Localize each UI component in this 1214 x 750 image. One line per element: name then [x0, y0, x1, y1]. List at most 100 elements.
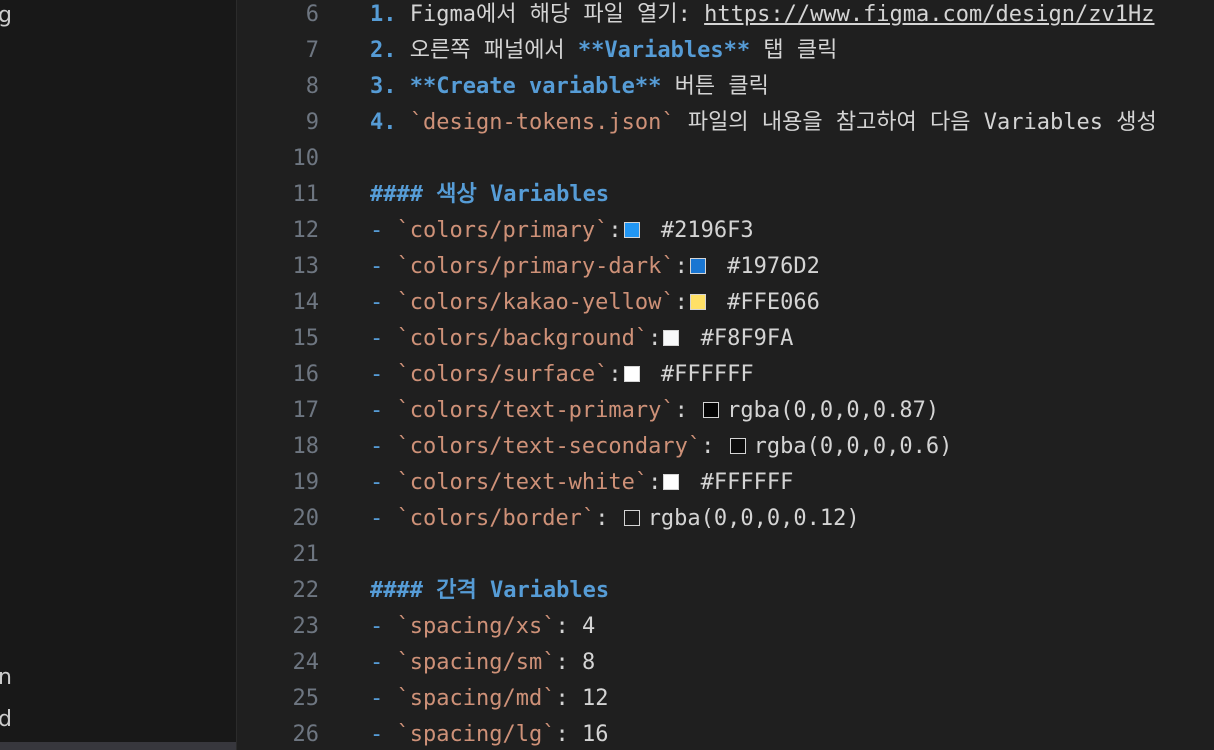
- figma-link[interactable]: https://www.figma.com/design/zv1Hz: [704, 2, 1154, 27]
- line-number: 21: [292, 542, 320, 567]
- color-swatch[interactable]: [689, 258, 706, 274]
- line-content: - `colors/primary`: #2196F3: [370, 213, 754, 249]
- code-line[interactable]: 16 - `colors/surface`: #FFFFFF: [237, 357, 1214, 393]
- plain-text: 탭 클릭: [750, 38, 838, 63]
- code-line[interactable]: 10: [237, 141, 1214, 177]
- code-line[interactable]: 13 - `colors/primary-dark`: #1976D2: [237, 249, 1214, 285]
- markdown-heading: #### 간격 Variables: [370, 578, 610, 603]
- line-content: - `spacing/xs`: 4: [370, 609, 595, 645]
- line-number: 26: [292, 722, 320, 747]
- plain-text: 버튼 클릭: [661, 74, 769, 99]
- line-content: - `spacing/lg`: 16: [370, 717, 608, 750]
- code-line[interactable]: 22 #### 간격 Variables: [237, 573, 1214, 609]
- inline-code: `colors/border`: [396, 506, 596, 531]
- list-number: 3.: [370, 74, 397, 99]
- code-line[interactable]: 12 - `colors/primary`: #2196F3: [237, 213, 1214, 249]
- line-content: - `colors/background`: #F8F9FA: [370, 321, 793, 357]
- line-number: 18: [292, 434, 320, 459]
- colon: :: [674, 254, 688, 279]
- line-content: - `spacing/sm`: 8: [370, 645, 595, 681]
- text-space: [397, 38, 410, 63]
- colon: :: [648, 470, 662, 495]
- line-number: 23: [292, 614, 320, 639]
- inline-code: `colors/text-white`: [396, 470, 649, 495]
- code-line[interactable]: 24 - `spacing/sm`: 8: [237, 645, 1214, 681]
- line-number: 14: [292, 290, 320, 315]
- token-value: rgba(0,0,0,0.6): [753, 434, 953, 459]
- list-bullet: -: [370, 434, 397, 459]
- sidebar-item-label[interactable]: g: [0, 2, 12, 30]
- color-swatch[interactable]: [623, 510, 640, 526]
- token-value: #FFFFFF: [647, 362, 754, 387]
- inline-code: `colors/background`: [396, 326, 649, 351]
- inline-code: `spacing/sm`: [396, 650, 556, 675]
- line-content: - `colors/text-white`: #FFFFFF: [370, 465, 793, 501]
- color-swatch[interactable]: [663, 330, 680, 346]
- explorer-sidebar: g n d: [0, 0, 237, 750]
- list-number: 4.: [370, 110, 397, 135]
- sidebar-item-label[interactable]: d: [0, 706, 12, 734]
- code-line[interactable]: 8 3. **Create variable** 버튼 클릭: [237, 69, 1214, 105]
- color-swatch[interactable]: [689, 294, 706, 310]
- color-swatch[interactable]: [729, 438, 746, 454]
- colon: :: [674, 398, 702, 423]
- list-bullet: -: [370, 254, 397, 279]
- inline-code: `colors/text-primary`: [396, 398, 675, 423]
- token-value: #FFFFFF: [687, 470, 794, 495]
- list-number: 2.: [370, 38, 397, 63]
- color-swatch[interactable]: [623, 222, 640, 238]
- line-number: 7: [305, 38, 319, 63]
- token-value: #F8F9FA: [687, 326, 794, 351]
- inline-code: `colors/surface`: [396, 362, 609, 387]
- colon: :: [595, 506, 622, 531]
- line-number: 19: [292, 470, 320, 495]
- line-number: 11: [292, 182, 320, 207]
- code-line[interactable]: 11 #### 색상 Variables: [237, 177, 1214, 213]
- inline-code: `spacing/xs`: [396, 614, 556, 639]
- code-line[interactable]: 21: [237, 537, 1214, 573]
- code-line[interactable]: 15 - `colors/background`: #F8F9FA: [237, 321, 1214, 357]
- line-number: 24: [292, 650, 320, 675]
- token-value: rgba(0,0,0,0.12): [647, 506, 860, 531]
- line-number: 12: [292, 218, 320, 243]
- text-space: [397, 74, 410, 99]
- color-swatch[interactable]: [703, 402, 720, 418]
- code-line[interactable]: 26 - `spacing/lg`: 16: [237, 717, 1214, 750]
- line-content: 2. 오른쪽 패널에서 **Variables** 탭 클릭: [370, 33, 837, 69]
- colon: :: [648, 326, 662, 351]
- code-line[interactable]: 9 4. `design-tokens.json` 파일의 내용을 참고하여 다음…: [237, 105, 1214, 141]
- list-bullet: -: [370, 290, 397, 315]
- sidebar-item-label[interactable]: n: [0, 664, 12, 692]
- code-line[interactable]: 20 - `colors/border`: rgba(0,0,0,0.12): [237, 501, 1214, 537]
- line-content: - `colors/border`: rgba(0,0,0,0.12): [370, 501, 860, 537]
- colon: :: [555, 686, 582, 711]
- list-bullet: -: [370, 218, 397, 243]
- code-line[interactable]: 17 - `colors/text-primary`: rgba(0,0,0,0.…: [237, 393, 1214, 429]
- color-swatch[interactable]: [663, 474, 680, 490]
- plain-text: 오른쪽 패널에서: [409, 38, 578, 63]
- line-content: - `colors/text-primary`: rgba(0,0,0,0.87…: [370, 393, 939, 429]
- line-number: 20: [292, 506, 320, 531]
- line-content: 4. `design-tokens.json` 파일의 내용을 참고하여 다음 …: [370, 105, 1157, 141]
- line-content: - `spacing/md`: 12: [370, 681, 608, 717]
- code-line[interactable]: 23 - `spacing/xs`: 4: [237, 609, 1214, 645]
- line-content: #### 색상 Variables: [370, 177, 609, 213]
- inline-code: `spacing/lg`: [396, 722, 556, 747]
- code-line[interactable]: 25 - `spacing/md`: 12: [237, 681, 1214, 717]
- sidebar-selected-row[interactable]: [0, 742, 236, 750]
- color-swatch[interactable]: [623, 366, 640, 382]
- inline-code: `colors/primary`: [396, 218, 609, 243]
- code-line[interactable]: 19 - `colors/text-white`: #FFFFFF: [237, 465, 1214, 501]
- code-line[interactable]: 14 - `colors/kakao-yellow`: #FFE066: [237, 285, 1214, 321]
- inline-code: `colors/text-secondary`: [396, 434, 702, 459]
- code-line[interactable]: 18 - `colors/text-secondary`: rgba(0,0,0,…: [237, 429, 1214, 465]
- colon: :: [674, 290, 688, 315]
- line-number: 6: [305, 2, 319, 27]
- code-line[interactable]: 7 2. 오른쪽 패널에서 **Variables** 탭 클릭: [237, 33, 1214, 69]
- list-bullet: -: [370, 326, 397, 351]
- line-content: - `colors/text-secondary`: rgba(0,0,0,0.…: [370, 429, 952, 465]
- code-editor[interactable]: 6 1. Figma에서 해당 파일 열기: https://www.figma.…: [237, 0, 1214, 750]
- code-line[interactable]: 6 1. Figma에서 해당 파일 열기: https://www.figma.…: [237, 0, 1214, 33]
- line-content: - `colors/surface`: #FFFFFF: [370, 357, 754, 393]
- list-bullet: -: [370, 650, 397, 675]
